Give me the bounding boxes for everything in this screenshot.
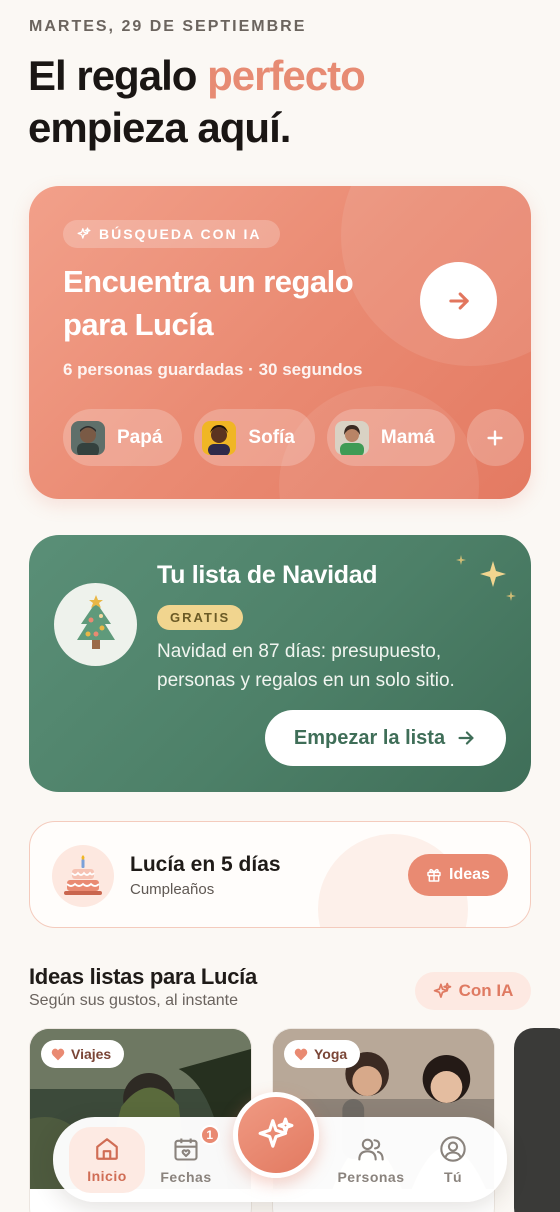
nav-item-label: Fechas [160,1169,212,1185]
person-chip-label: Mamá [380,426,435,448]
person-chip-label: Papá [117,426,163,448]
nav-item-inicio[interactable]: Inicio [69,1127,145,1193]
nav-item-label: Tú [443,1169,463,1185]
calendar-heart-icon [174,1138,198,1161]
ideas-section-subtitle: Según sus gustos, al instante [29,992,239,1009]
ai-sparkle-fab[interactable] [233,1092,319,1178]
person-chip-papa[interactable]: Papá [63,409,183,466]
free-badge: GRATIS [157,605,244,630]
hero-title: Encuentra un regalo para Lucía [63,264,354,342]
notification-badge: 1 [200,1125,220,1145]
ai-search-badge-label: BÚSQUEDA CON IA [99,226,262,242]
christmas-list-card[interactable]: Tu lista de Navidad GRATIS Navidad en 87… [29,535,531,792]
christmas-tree-icon [76,594,115,649]
headline-accent: perfecto [207,52,366,99]
birthday-ideas-button[interactable]: Ideas [408,854,508,896]
add-person-chip[interactable] [466,409,524,466]
birthday-title: Lucía en 5 días [130,853,281,876]
person-chips: Papá Sofía Mamá [63,409,524,466]
christmas-list-description: Navidad en 87 días: presupuesto, persona… [157,641,455,691]
christmas-tree-icon-badge [54,583,137,666]
arrow-right-icon [448,291,469,310]
person-chip-label: Sofía [248,426,295,448]
sparkle-icon [77,227,91,239]
nav-item-label: Personas [337,1169,405,1185]
person-chip-mama[interactable]: Mamá [326,409,455,466]
avatar [202,420,237,455]
idea-card-tag-label: Viajes [71,1046,112,1062]
ai-ideas-button[interactable]: Con IA [415,972,531,1010]
hero-subtitle: 6 personas guardadas · 30 segundos [63,360,363,379]
birthday-reminder-card[interactable]: Lucía en 5 días Cumpleaños Ideas [29,821,531,928]
heart-icon [294,1048,308,1060]
idea-card-tag-label: Yoga [314,1046,348,1062]
sparkle-icon [258,1117,294,1148]
person-chip-sofia[interactable]: Sofía [194,409,315,466]
gift-icon [427,868,441,882]
birthday-kind: Cumpleaños [130,881,215,898]
home-icon [96,1138,118,1160]
sparkle-icon [433,982,451,998]
heart-icon [51,1048,65,1060]
birthday-cake-icon [64,855,102,895]
headline-part-1: El regalo [28,52,208,99]
profile-icon [440,1136,466,1162]
date-label: MARTES, 29 DE SEPTIEMBRE [29,18,307,35]
sparkles-icon [456,555,516,601]
nav-item-label: Inicio [87,1168,127,1184]
avatar [334,420,369,455]
nav-item-fechas[interactable]: Fechas 1 [148,1125,224,1193]
nav-item-tu[interactable]: Tú [415,1127,491,1193]
arrow-right-icon [458,731,474,745]
people-icon [358,1138,384,1161]
page-headline: El regalo perfecto empieza aquí. [28,50,366,154]
ai-ideas-button-label: Con IA [458,981,514,1000]
christmas-list-title: Tu lista de Navidad [157,561,378,589]
birthday-ideas-button-label: Ideas [449,866,490,883]
ideas-section-title: Ideas listas para Lucía [29,964,257,989]
start-search-button[interactable] [420,262,497,339]
idea-card-tag: Viajes [41,1040,125,1068]
idea-card-tag: Yoga [284,1040,361,1068]
avatar [71,420,105,455]
start-list-button[interactable]: Empezar la lista [265,710,506,766]
ai-search-card[interactable]: BÚSQUEDA CON IA Encuentra un regalo para… [29,186,531,499]
start-list-button-label: Empezar la lista [293,726,446,749]
cake-icon-badge [52,845,114,907]
nav-item-personas[interactable]: Personas [333,1127,409,1193]
headline-part-2: empieza aquí. [28,104,291,151]
idea-card-peek[interactable] [514,1028,560,1212]
ai-search-badge: BÚSQUEDA CON IA [63,220,280,248]
plus-icon [487,429,503,446]
